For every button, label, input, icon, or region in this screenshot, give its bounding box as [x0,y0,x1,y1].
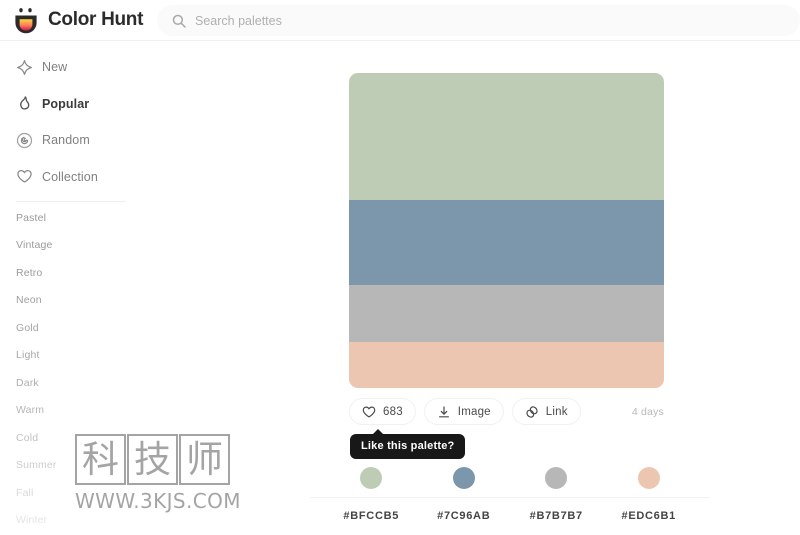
palette-card[interactable] [349,73,664,388]
link-button-label: Link [545,405,568,418]
like-count: 683 [383,405,403,418]
search-input[interactable] [195,13,800,28]
sidebar-nav-list: New Popular Random Collection [0,41,140,190]
sidebar-tag-list: Pastel Vintage Retro Neon Gold Light Dar… [0,202,140,531]
spiral-icon [16,132,33,149]
palette-band-1[interactable] [349,73,664,200]
sidebar: New Popular Random Collection Pastel Vin… [0,41,140,535]
palette-swatch-row [325,466,695,490]
brand-logo[interactable]: Color Hunt [13,6,143,34]
tooltip-text: Like this palette? [361,440,455,452]
palette-band-2[interactable] [349,200,664,285]
sidebar-tag-summer[interactable]: Summer [16,459,130,475]
swatch-cell [325,466,418,490]
watermark-glyph-3: 师 [179,434,230,485]
sidebar-tag-vintage[interactable]: Vintage [16,239,130,255]
tooltip-arrow [372,429,384,435]
color-swatch-1[interactable] [360,467,383,489]
image-button-label: Image [457,405,491,418]
download-icon [437,405,451,419]
image-button[interactable]: Image [423,398,504,425]
brand-name: Color Hunt [48,9,144,30]
sidebar-tag-cold[interactable]: Cold [16,432,130,448]
like-button[interactable]: 683 [349,398,416,425]
sidebar-item-label: New [42,60,68,74]
search-icon [172,14,186,28]
sidebar-item-new[interactable]: New [10,54,130,80]
hex-divider [310,497,710,498]
sidebar-item-label: Random [42,133,90,147]
palette-hex-row: #BFCCB5 #7C96AB #B7B7B7 #EDC6B1 [325,510,695,526]
sidebar-tag-dark[interactable]: Dark [16,377,130,393]
palette-band-3[interactable] [349,285,664,342]
swatch-cell [603,466,696,490]
swatch-cell [418,466,511,490]
sidebar-item-label: Popular [42,96,90,111]
flame-icon [16,95,33,112]
sidebar-tag-gold[interactable]: Gold [16,322,130,338]
hex-code-1[interactable]: #BFCCB5 [325,510,418,526]
sidebar-tag-neon[interactable]: Neon [16,294,130,310]
hex-code-3[interactable]: #B7B7B7 [510,510,603,526]
sidebar-tag-winter[interactable]: Winter [16,514,130,530]
heart-icon [362,405,376,419]
app-header: Color Hunt [0,0,800,41]
sidebar-tag-light[interactable]: Light [16,349,130,365]
sidebar-tag-pastel[interactable]: Pastel [16,212,130,228]
link-button[interactable]: Link [511,398,581,425]
palette-action-row: 683 Image Link 4 days [349,398,664,425]
color-swatch-4[interactable] [637,467,660,489]
color-hunt-smiley-logo [13,6,39,34]
swatch-cell [510,466,603,490]
hex-code-4[interactable]: #EDC6B1 [603,510,696,526]
palette-band-4[interactable] [349,342,664,388]
sparkle-icon [16,59,33,76]
sidebar-tag-retro[interactable]: Retro [16,267,130,283]
sidebar-item-collection[interactable]: Collection [10,164,130,190]
sidebar-item-random[interactable]: Random [10,127,130,153]
color-swatch-3[interactable] [545,467,568,489]
link-icon [525,405,539,419]
color-hunt-page: Color Hunt New [0,0,800,535]
sidebar-item-popular[interactable]: Popular [10,91,130,117]
hex-code-2[interactable]: #7C96AB [418,510,511,526]
sidebar-tag-fall[interactable]: Fall [16,487,130,503]
palette-time-ago: 4 days [631,405,664,418]
sidebar-tag-warm[interactable]: Warm [16,404,130,420]
like-tooltip: Like this palette? [350,429,466,459]
search-bar[interactable] [157,5,800,36]
heart-icon [16,168,33,185]
color-swatch-2[interactable] [452,467,475,489]
sidebar-item-label: Collection [42,169,98,184]
